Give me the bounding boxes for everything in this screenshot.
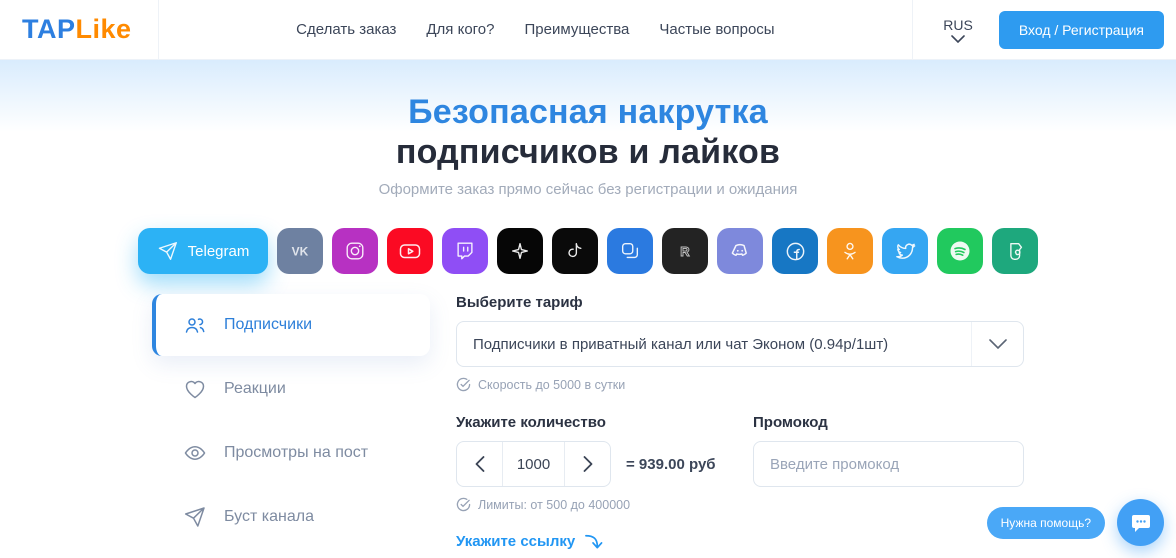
network-tiktok-button[interactable] [552, 228, 598, 274]
chevron-right-icon [583, 456, 593, 472]
network-twitch-button[interactable] [442, 228, 488, 274]
language-label: RUS [943, 17, 973, 33]
chat-bubble-icon [1129, 511, 1153, 535]
link-label[interactable]: Укажите ссылку [456, 532, 1024, 550]
chevron-down-icon [971, 322, 1023, 366]
sidebar-item-subscribers[interactable]: Подписчики [152, 294, 430, 356]
chevron-down-icon [951, 35, 965, 43]
network-chats-button[interactable] [607, 228, 653, 274]
page-title-line2: подписчиков и лайков [0, 132, 1176, 172]
sidebar-item-label: Подписчики [224, 316, 312, 334]
network-facebook-button[interactable] [772, 228, 818, 274]
network-twitter-button[interactable] [882, 228, 928, 274]
quantity-stepper: 1000 [456, 441, 611, 487]
nav-item-faq[interactable]: Частые вопросы [659, 21, 774, 38]
rutube-icon: R [672, 238, 698, 264]
instagram-icon [344, 240, 366, 262]
network-instagram-button[interactable] [332, 228, 378, 274]
tiktok-icon [564, 240, 586, 262]
sidebar-item-poll-votes[interactable]: Голосования в опросах [152, 550, 430, 558]
service-sidebar: Подписчики Реакции Просмотры на пост Буст к… [152, 294, 430, 558]
help-widget: Нужна помощь? [987, 499, 1164, 546]
page-subtitle: Оформите заказ прямо сейчас без регистра… [0, 181, 1176, 198]
calculated-price: = 939.00 руб [626, 456, 716, 473]
sparkle-icon [509, 240, 531, 262]
nav-item-advantages[interactable]: Преимущества [525, 21, 630, 38]
logo[interactable]: TAPLike [0, 0, 159, 59]
network-telegram-button[interactable]: Telegram [138, 228, 268, 274]
order-section: Подписчики Реакции Просмотры на пост Буст к… [152, 294, 1024, 558]
network-trovo-button[interactable] [992, 228, 1038, 274]
youtube-icon [398, 239, 422, 263]
vk-icon: VK [287, 238, 313, 264]
sidebar-item-post-views[interactable]: Просмотры на пост [152, 422, 430, 484]
svg-text:R: R [680, 244, 690, 259]
login-button[interactable]: Вход / Регистрация [999, 11, 1164, 49]
promo-input[interactable] [753, 441, 1024, 487]
chat-button[interactable] [1117, 499, 1164, 546]
twitch-icon [454, 240, 476, 262]
sidebar-item-label: Просмотры на пост [224, 444, 368, 462]
nav-item-order[interactable]: Сделать заказ [296, 21, 396, 38]
hero: Безопасная накрутка подписчиков и лайков… [0, 60, 1176, 198]
logo-text: TAPLike [22, 14, 132, 45]
curved-arrow-icon [584, 532, 603, 550]
network-discord-button[interactable] [717, 228, 763, 274]
header-right: RUS Вход / Регистрация [912, 0, 1176, 59]
plane-icon [183, 505, 207, 529]
header: TAPLike Сделать заказ Для кого? Преимущест… [0, 0, 1176, 60]
main-nav: Сделать заказ Для кого? Преимущества Частые… [159, 0, 913, 59]
discord-icon [728, 239, 752, 263]
trovo-icon [1004, 240, 1026, 262]
tariff-selected-value: Подписчики в приватный канал или чат Эко… [457, 336, 971, 353]
network-vk-button[interactable]: VK [277, 228, 323, 274]
telegram-icon [157, 240, 179, 262]
heart-icon [183, 377, 207, 401]
sidebar-item-label: Буст канала [224, 508, 314, 526]
users-icon [183, 313, 207, 337]
quantity-increase-button[interactable] [565, 442, 610, 486]
chats-icon [619, 240, 641, 262]
quantity-label: Укажите количество [456, 414, 753, 431]
network-selector: Telegram VK R [0, 228, 1176, 274]
sidebar-item-reactions[interactable]: Реакции [152, 358, 430, 420]
tariff-hint: Скорость до 5000 в сутки [456, 377, 1024, 392]
page-title: Безопасная накрутка подписчиков и лайков [0, 92, 1176, 172]
network-youtube-button[interactable] [387, 228, 433, 274]
help-bubble[interactable]: Нужна помощь? [987, 507, 1105, 539]
facebook-icon [784, 240, 807, 263]
spotify-icon [948, 239, 972, 263]
language-switcher[interactable]: RUS [943, 17, 973, 43]
sidebar-item-channel-boost[interactable]: Буст канала [152, 486, 430, 548]
odnoklassniki-icon [839, 240, 861, 262]
order-form: Выберите тариф Подписчики в приватный ка… [456, 294, 1024, 558]
page-title-line1: Безопасная накрутка [0, 92, 1176, 132]
network-active-label: Telegram [188, 243, 250, 260]
tariff-select[interactable]: Подписчики в приватный канал или чат Эко… [456, 321, 1024, 367]
network-spotify-button[interactable] [937, 228, 983, 274]
quantity-decrease-button[interactable] [457, 442, 502, 486]
network-rutube-button[interactable]: R [662, 228, 708, 274]
svg-text:VK: VK [292, 245, 309, 259]
nav-item-for-whom[interactable]: Для кого? [426, 21, 494, 38]
network-odnoklassniki-button[interactable] [827, 228, 873, 274]
tariff-label: Выберите тариф [456, 294, 1024, 311]
twitter-icon [894, 240, 917, 263]
chevron-left-icon [475, 456, 485, 472]
network-sparkle-button[interactable] [497, 228, 543, 274]
quantity-value[interactable]: 1000 [502, 442, 565, 486]
sidebar-item-label: Реакции [224, 380, 286, 398]
promo-label: Промокод [753, 414, 1024, 431]
check-circle-icon [456, 497, 471, 512]
quantity-hint: Лимиты: от 500 до 400000 [456, 497, 753, 512]
eye-icon [183, 441, 207, 465]
check-circle-icon [456, 377, 471, 392]
